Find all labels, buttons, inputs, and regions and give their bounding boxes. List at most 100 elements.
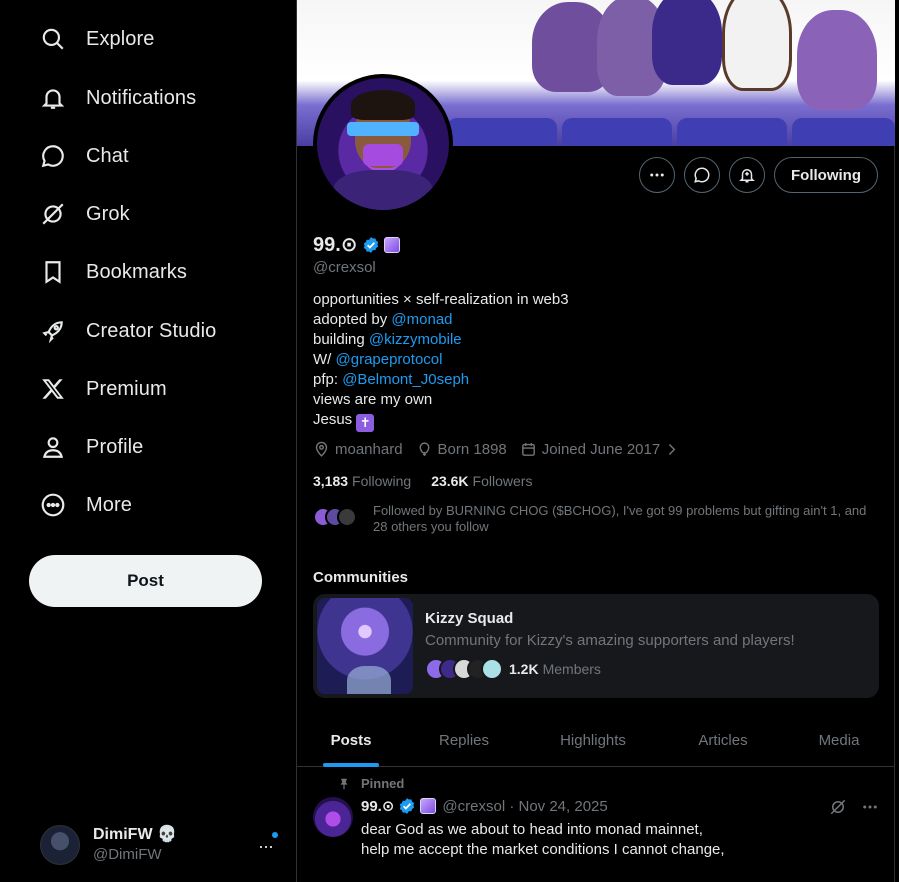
grok-icon <box>28 198 80 230</box>
bell-icon <box>28 82 80 114</box>
follow-counts: 3,183 Following 23.6K Followers <box>313 473 552 489</box>
nav-label: Grok <box>86 202 130 225</box>
location-pin-icon <box>315 441 328 457</box>
nav-label: Bookmarks <box>86 260 187 283</box>
nav-label: Creator Studio <box>86 319 217 342</box>
person-icon <box>28 431 80 463</box>
profile-meta: moanhard Born 1898 Joined June 2017 <box>313 441 693 458</box>
more-options-button[interactable] <box>639 157 676 193</box>
chat-bubble-icon <box>694 167 710 183</box>
grok-icon[interactable] <box>829 798 847 816</box>
post-button[interactable]: Post <box>29 555 262 607</box>
profile-avatar[interactable] <box>313 74 453 214</box>
profile-bio: opportunities × self-realization in web3… <box>313 290 569 432</box>
communities-heading: Communities <box>313 569 409 586</box>
profile-tabs: Posts Replies Highlights Articles Media <box>297 714 895 767</box>
bio-text: pfp: <box>313 371 343 388</box>
post-author-name[interactable]: 99.⊙ <box>361 797 394 815</box>
profile-name-row: 99.⊙ <box>313 232 400 257</box>
bio-line: views are my own <box>313 391 433 408</box>
mutual-avatars <box>313 503 365 535</box>
chat-bubble-icon <box>28 140 80 172</box>
verified-badge-icon[interactable] <box>362 236 380 254</box>
mention-link[interactable]: @Belmont_J0seph <box>342 371 469 388</box>
nav-chat[interactable]: Chat <box>28 131 129 181</box>
bio-line: opportunities × self-realization in web3 <box>313 291 569 308</box>
following-count-link[interactable]: 3,183 Following <box>313 473 411 489</box>
x-logo-icon <box>28 373 80 405</box>
more-circle-icon <box>28 489 80 521</box>
tab-articles[interactable]: Articles <box>663 714 783 767</box>
mention-link[interactable]: @monad <box>391 311 452 328</box>
followed-by-row[interactable]: Followed by BURNING CHOG ($BCHOG), I've … <box>313 503 873 535</box>
active-tab-indicator <box>323 763 379 767</box>
nav-more[interactable]: More <box>28 480 132 530</box>
nav-label: Notifications <box>86 86 197 109</box>
account-name: DimiFW 💀 <box>93 826 177 843</box>
nav-profile[interactable]: Profile <box>28 422 143 472</box>
message-button[interactable] <box>684 157 721 193</box>
pinned-label-row: Pinned <box>337 776 404 791</box>
community-card[interactable]: Kizzy Squad Community for Kizzy's amazin… <box>313 594 879 698</box>
tab-highlights[interactable]: Highlights <box>523 714 663 767</box>
tab-posts[interactable]: Posts <box>297 714 405 767</box>
community-members: 1.2K Members <box>425 658 601 680</box>
bio-text: W/ <box>313 351 336 368</box>
bio-text: adopted by <box>313 311 392 328</box>
affiliate-badge-icon[interactable] <box>383 236 400 253</box>
rocket-icon <box>28 315 80 347</box>
nav-grok[interactable]: Grok <box>28 189 130 239</box>
followers-count-link[interactable]: 23.6K Followers <box>431 473 532 489</box>
mention-link[interactable]: @grapeprotocol <box>336 351 443 368</box>
nav-label: Premium <box>86 377 167 400</box>
followed-by-text: Followed by BURNING CHOG ($BCHOG), I've … <box>373 503 867 534</box>
profile-location: moanhard <box>335 441 403 458</box>
notify-button[interactable] <box>729 157 766 193</box>
post-text: dear God as we about to head into monad … <box>361 821 725 858</box>
nav-bookmarks[interactable]: Bookmarks <box>28 247 187 297</box>
account-handle: @DimiFW <box>93 846 162 863</box>
profile-joined: Joined June 2017 <box>541 441 661 458</box>
avatar[interactable] <box>313 797 353 837</box>
tab-media[interactable]: Media <box>783 714 895 767</box>
joined-date-link[interactable]: Joined June 2017 <box>520 441 680 458</box>
bell-plus-icon <box>739 169 755 183</box>
balloon-icon <box>419 442 430 456</box>
post-handle-date[interactable]: @crexsol · Nov 24, 2025 <box>442 798 607 815</box>
nav-explore[interactable]: Explore <box>28 14 155 64</box>
nav-premium[interactable]: Premium <box>28 364 167 414</box>
left-sidebar: Explore Notifications Chat Grok Bookmark… <box>0 0 297 882</box>
notification-dot <box>272 832 278 838</box>
nav-label: Profile <box>86 435 144 458</box>
pin-icon <box>340 778 348 789</box>
following-button[interactable]: Following <box>774 157 878 193</box>
nav-creator-studio[interactable]: Creator Studio <box>28 306 216 356</box>
avatar <box>40 825 80 865</box>
post-header: 99.⊙ @crexsol · Nov 24, 2025 <box>361 797 608 816</box>
profile-birthdate: Born 1898 <box>437 441 507 458</box>
profile-name: 99.⊙ <box>313 234 358 256</box>
community-name: Kizzy Squad <box>425 610 514 627</box>
calendar-icon <box>521 443 535 456</box>
more-horizontal-icon <box>650 173 664 177</box>
bio-text: building <box>313 331 369 348</box>
community-description: Community for Kizzy's amazing supporters… <box>425 632 795 649</box>
tab-replies[interactable]: Replies <box>405 714 523 767</box>
community-thumbnail <box>317 598 413 694</box>
pinned-post[interactable]: Pinned 99.⊙ @crexsol · Nov 24, 2025 dear… <box>297 768 895 882</box>
affiliate-badge-icon <box>420 798 437 814</box>
more-horizontal-icon[interactable] <box>861 798 879 816</box>
more-icon[interactable]: ··· <box>258 836 274 857</box>
mention-link[interactable]: @kizzymobile <box>369 331 462 348</box>
nav-label: More <box>86 493 132 516</box>
profile-actions: Following <box>639 157 878 193</box>
bookmark-icon <box>28 256 80 288</box>
member-avatars <box>425 658 503 680</box>
bio-text: Jesus <box>313 411 357 428</box>
nav-notifications[interactable]: Notifications <box>28 73 196 123</box>
verified-badge-icon <box>400 798 415 814</box>
account-switcher[interactable]: DimiFW 💀 @DimiFW ··· <box>40 822 285 868</box>
profile-handle: @crexsol <box>313 259 376 276</box>
profile-column: Following 99.⊙ @crexsol opportunities × … <box>297 0 895 882</box>
chevron-right-icon <box>669 444 676 455</box>
